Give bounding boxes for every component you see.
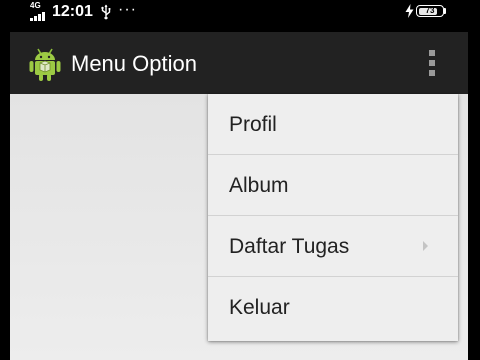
status-bar: 4G 12:01 ··· 73 bbox=[0, 0, 480, 26]
app-title: Menu Option bbox=[71, 51, 197, 76]
network-type: 4G bbox=[30, 1, 41, 10]
menu-item-profil[interactable]: Profil bbox=[208, 94, 458, 155]
menu-item-label: Daftar Tugas bbox=[229, 235, 350, 258]
menu-item-album[interactable]: Album bbox=[208, 155, 458, 216]
usb-icon bbox=[100, 4, 112, 25]
android-icon[interactable] bbox=[27, 46, 63, 82]
action-bar: Menu Option bbox=[10, 32, 468, 94]
battery-tip bbox=[444, 8, 446, 14]
menu-item-label: Keluar bbox=[229, 296, 290, 319]
signal-icon: 4G bbox=[30, 2, 48, 22]
menu-item-keluar[interactable]: Keluar bbox=[208, 277, 458, 339]
menu-item-daftar-tugas[interactable]: Daftar Tugas bbox=[208, 216, 458, 277]
menu-item-label: Album bbox=[229, 174, 289, 197]
battery-icon: 73 bbox=[416, 5, 444, 17]
battery-level: 73 bbox=[425, 6, 435, 15]
submenu-arrow-icon bbox=[423, 241, 428, 251]
overflow-menu: Profil Album Daftar Tugas Keluar bbox=[208, 94, 458, 341]
menu-item-label: Profil bbox=[229, 113, 277, 136]
notification-overflow: ··· bbox=[118, 1, 137, 18]
clock: 12:01 bbox=[52, 3, 93, 20]
more-vert-icon[interactable] bbox=[424, 48, 440, 78]
bolt-icon bbox=[405, 4, 414, 23]
